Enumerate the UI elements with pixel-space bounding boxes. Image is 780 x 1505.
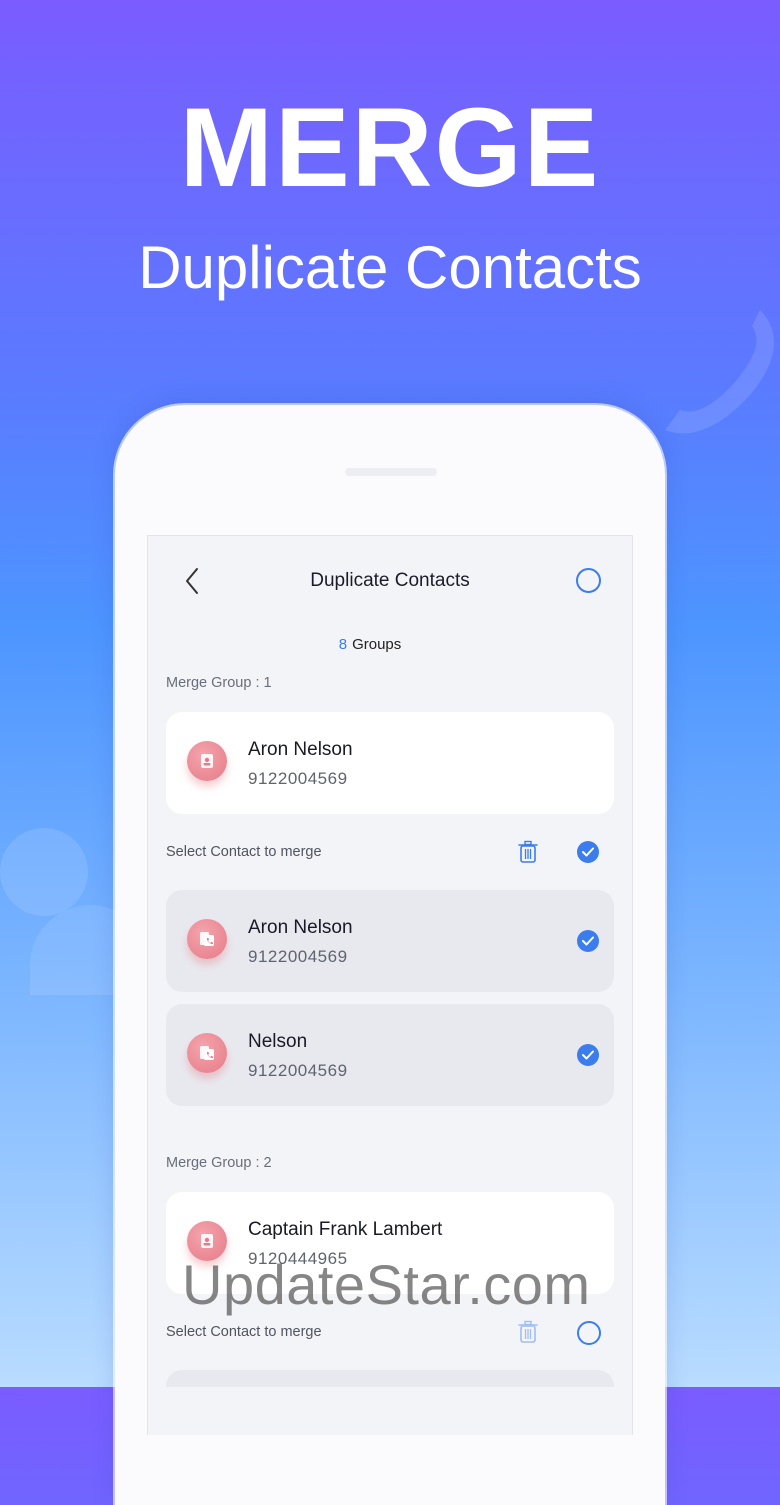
phone-handset-icon [665, 310, 774, 434]
watermark: UpdateStar.com [182, 1253, 591, 1316]
groups-count-number: 8 [338, 636, 348, 653]
checkmark-icon [582, 936, 594, 946]
contact-phone-icon [200, 932, 214, 946]
merge-group-label: Merge Group : 2 [166, 1155, 272, 1171]
contact-phone: 9122004569 [248, 947, 348, 966]
contact-avatar [187, 741, 227, 781]
contact-name: Captain Frank Lambert [248, 1219, 443, 1240]
contact-avatar [187, 1033, 227, 1073]
checkmark-icon [582, 847, 594, 857]
contact-book-icon [201, 754, 213, 768]
groups-count: 8 Groups [300, 636, 440, 653]
page-title: Duplicate Contacts [310, 570, 470, 591]
merge-group-label: Merge Group : 1 [166, 675, 272, 691]
trash-icon[interactable] [518, 840, 538, 864]
groups-count-label: Groups [352, 636, 402, 653]
primary-contact-card[interactable]: Aron Nelson 9122004569 [166, 712, 614, 814]
contact-phone: 9122004569 [248, 1061, 348, 1080]
contact-book-icon [201, 1234, 213, 1248]
contact-name: Nelson [248, 1031, 308, 1052]
contact-phone: 9122004569 [248, 769, 348, 788]
contact-name: Aron Nelson [248, 739, 353, 760]
decorative-circle [0, 828, 88, 916]
contact-checkbox[interactable] [577, 1044, 599, 1066]
select-contact-label: Select Contact to merge [166, 844, 322, 860]
trash-icon[interactable] [518, 1320, 538, 1344]
phone-speaker [345, 468, 437, 476]
contact-checkbox[interactable] [577, 930, 599, 952]
select-group-radio[interactable] [577, 1321, 601, 1345]
back-chevron-icon[interactable] [182, 566, 204, 596]
select-contact-label: Select Contact to merge [166, 1324, 322, 1340]
duplicate-contact-card[interactable]: Nelson 9122004569 [166, 1004, 614, 1106]
contact-avatar [187, 919, 227, 959]
duplicate-contact-card[interactable]: Aron Nelson 9122004569 [166, 890, 614, 992]
select-all-radio[interactable] [576, 568, 601, 593]
select-group-checkbox[interactable] [577, 841, 599, 863]
contact-name: Aron Nelson [248, 917, 353, 938]
hero-subtitle: Duplicate Contacts [138, 234, 642, 301]
hero-title: MERGE [179, 85, 601, 210]
checkmark-icon [582, 1050, 594, 1060]
duplicate-contact-card-partial[interactable] [166, 1370, 614, 1387]
contact-phone-icon [200, 1046, 214, 1060]
